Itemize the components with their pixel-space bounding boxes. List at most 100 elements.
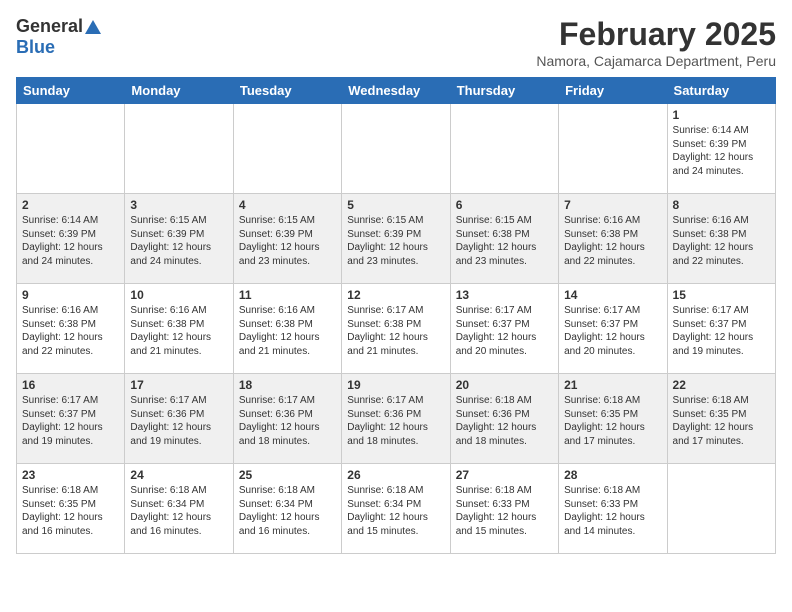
calendar-day-cell: 6 Sunrise: 6:15 AM Sunset: 6:38 PM Daylig… [450, 194, 558, 284]
calendar-day-cell: 13 Sunrise: 6:17 AM Sunset: 6:37 PM Dayli… [450, 284, 558, 374]
day-number: 15 [673, 288, 770, 302]
day-info: Sunrise: 6:17 AM Sunset: 6:36 PM Dayligh… [130, 394, 227, 448]
calendar-table: SundayMondayTuesdayWednesdayThursdayFrid… [16, 77, 776, 554]
calendar-day-cell: 21 Sunrise: 6:18 AM Sunset: 6:35 PM Dayli… [559, 374, 667, 464]
day-number: 11 [239, 288, 336, 302]
calendar-day-cell: 9 Sunrise: 6:16 AM Sunset: 6:38 PM Daylig… [17, 284, 125, 374]
day-number: 19 [347, 378, 444, 392]
weekday-header-row: SundayMondayTuesdayWednesdayThursdayFrid… [17, 78, 776, 104]
day-info: Sunrise: 6:17 AM Sunset: 6:37 PM Dayligh… [673, 304, 770, 358]
weekday-header-friday: Friday [559, 78, 667, 104]
day-number: 25 [239, 468, 336, 482]
calendar-day-cell: 12Sunrise: 6:17 AM Sunset: 6:38 PM Dayli… [342, 284, 450, 374]
calendar-day-cell [342, 104, 450, 194]
day-info: Sunrise: 6:15 AM Sunset: 6:39 PM Dayligh… [239, 214, 336, 268]
day-number: 12 [347, 288, 444, 302]
calendar-body: 1 Sunrise: 6:14 AM Sunset: 6:39 PM Daylig… [17, 104, 776, 554]
day-number: 4 [239, 198, 336, 212]
day-info: Sunrise: 6:18 AM Sunset: 6:36 PM Dayligh… [456, 394, 553, 448]
logo-general-text: General [16, 16, 83, 37]
day-number: 5 [347, 198, 444, 212]
day-number: 21 [564, 378, 661, 392]
calendar-day-cell: 24 Sunrise: 6:18 AM Sunset: 6:34 PM Dayli… [125, 464, 233, 554]
day-info: Sunrise: 6:17 AM Sunset: 6:37 PM Dayligh… [456, 304, 553, 358]
header: General Blue February 2025 Namora, Cajam… [16, 16, 776, 69]
day-info: Sunrise: 6:16 AM Sunset: 6:38 PM Dayligh… [22, 304, 119, 358]
day-info: Sunrise: 6:18 AM Sunset: 6:35 PM Dayligh… [564, 394, 661, 448]
day-number: 2 [22, 198, 119, 212]
calendar-week-row: 16Sunrise: 6:17 AM Sunset: 6:37 PM Dayli… [17, 374, 776, 464]
calendar-day-cell: 8 Sunrise: 6:16 AM Sunset: 6:38 PM Daylig… [667, 194, 775, 284]
calendar-day-cell: 26Sunrise: 6:18 AM Sunset: 6:34 PM Dayli… [342, 464, 450, 554]
day-info: Sunrise: 6:17 AM Sunset: 6:36 PM Dayligh… [347, 394, 444, 448]
day-info: Sunrise: 6:18 AM Sunset: 6:34 PM Dayligh… [239, 484, 336, 538]
calendar-day-cell [125, 104, 233, 194]
calendar-day-cell: 27 Sunrise: 6:18 AM Sunset: 6:33 PM Dayli… [450, 464, 558, 554]
weekday-header-sunday: Sunday [17, 78, 125, 104]
weekday-header-wednesday: Wednesday [342, 78, 450, 104]
calendar-day-cell [233, 104, 341, 194]
day-info: Sunrise: 6:18 AM Sunset: 6:33 PM Dayligh… [456, 484, 553, 538]
day-number: 18 [239, 378, 336, 392]
title-section: February 2025 Namora, Cajamarca Departme… [536, 16, 776, 69]
day-info: Sunrise: 6:16 AM Sunset: 6:38 PM Dayligh… [564, 214, 661, 268]
day-number: 13 [456, 288, 553, 302]
calendar-day-cell: 23 Sunrise: 6:18 AM Sunset: 6:35 PM Dayli… [17, 464, 125, 554]
day-number: 9 [22, 288, 119, 302]
day-info: Sunrise: 6:15 AM Sunset: 6:38 PM Dayligh… [456, 214, 553, 268]
calendar-day-cell: 3 Sunrise: 6:15 AM Sunset: 6:39 PM Daylig… [125, 194, 233, 284]
logo: General Blue [16, 16, 101, 58]
calendar-week-row: 23 Sunrise: 6:18 AM Sunset: 6:35 PM Dayli… [17, 464, 776, 554]
calendar-day-cell: 18 Sunrise: 6:17 AM Sunset: 6:36 PM Dayli… [233, 374, 341, 464]
calendar-day-cell: 20 Sunrise: 6:18 AM Sunset: 6:36 PM Dayli… [450, 374, 558, 464]
calendar-day-cell: 5Sunrise: 6:15 AM Sunset: 6:39 PM Daylig… [342, 194, 450, 284]
day-number: 3 [130, 198, 227, 212]
day-info: Sunrise: 6:17 AM Sunset: 6:36 PM Dayligh… [239, 394, 336, 448]
day-info: Sunrise: 6:18 AM Sunset: 6:35 PM Dayligh… [673, 394, 770, 448]
calendar-day-cell: 11Sunrise: 6:16 AM Sunset: 6:38 PM Dayli… [233, 284, 341, 374]
calendar-day-cell [559, 104, 667, 194]
calendar-header: SundayMondayTuesdayWednesdayThursdayFrid… [17, 78, 776, 104]
day-number: 26 [347, 468, 444, 482]
calendar-day-cell: 17 Sunrise: 6:17 AM Sunset: 6:36 PM Dayli… [125, 374, 233, 464]
day-number: 23 [22, 468, 119, 482]
day-number: 8 [673, 198, 770, 212]
day-info: Sunrise: 6:16 AM Sunset: 6:38 PM Dayligh… [130, 304, 227, 358]
weekday-header-thursday: Thursday [450, 78, 558, 104]
day-info: Sunrise: 6:16 AM Sunset: 6:38 PM Dayligh… [673, 214, 770, 268]
day-number: 28 [564, 468, 661, 482]
logo-triangle-icon [85, 20, 101, 34]
calendar-title: February 2025 [536, 16, 776, 53]
day-number: 20 [456, 378, 553, 392]
day-info: Sunrise: 6:18 AM Sunset: 6:34 PM Dayligh… [130, 484, 227, 538]
calendar-day-cell: 16Sunrise: 6:17 AM Sunset: 6:37 PM Dayli… [17, 374, 125, 464]
calendar-day-cell: 4 Sunrise: 6:15 AM Sunset: 6:39 PM Daylig… [233, 194, 341, 284]
calendar-day-cell: 10 Sunrise: 6:16 AM Sunset: 6:38 PM Dayli… [125, 284, 233, 374]
calendar-day-cell [450, 104, 558, 194]
day-number: 17 [130, 378, 227, 392]
day-info: Sunrise: 6:14 AM Sunset: 6:39 PM Dayligh… [673, 124, 770, 178]
day-number: 24 [130, 468, 227, 482]
day-info: Sunrise: 6:18 AM Sunset: 6:35 PM Dayligh… [22, 484, 119, 538]
calendar-subtitle: Namora, Cajamarca Department, Peru [536, 53, 776, 69]
logo-blue-text: Blue [16, 37, 55, 58]
calendar-day-cell: 2Sunrise: 6:14 AM Sunset: 6:39 PM Daylig… [17, 194, 125, 284]
calendar-day-cell: 15 Sunrise: 6:17 AM Sunset: 6:37 PM Dayli… [667, 284, 775, 374]
calendar-week-row: 2Sunrise: 6:14 AM Sunset: 6:39 PM Daylig… [17, 194, 776, 284]
calendar-week-row: 1 Sunrise: 6:14 AM Sunset: 6:39 PM Daylig… [17, 104, 776, 194]
calendar-day-cell: 14 Sunrise: 6:17 AM Sunset: 6:37 PM Dayli… [559, 284, 667, 374]
calendar-day-cell: 1 Sunrise: 6:14 AM Sunset: 6:39 PM Daylig… [667, 104, 775, 194]
day-number: 6 [456, 198, 553, 212]
day-info: Sunrise: 6:18 AM Sunset: 6:33 PM Dayligh… [564, 484, 661, 538]
day-number: 10 [130, 288, 227, 302]
day-info: Sunrise: 6:17 AM Sunset: 6:37 PM Dayligh… [564, 304, 661, 358]
day-number: 27 [456, 468, 553, 482]
calendar-day-cell [17, 104, 125, 194]
calendar-week-row: 9 Sunrise: 6:16 AM Sunset: 6:38 PM Daylig… [17, 284, 776, 374]
day-number: 7 [564, 198, 661, 212]
day-number: 14 [564, 288, 661, 302]
weekday-header-tuesday: Tuesday [233, 78, 341, 104]
day-info: Sunrise: 6:15 AM Sunset: 6:39 PM Dayligh… [130, 214, 227, 268]
day-number: 16 [22, 378, 119, 392]
day-number: 1 [673, 108, 770, 122]
